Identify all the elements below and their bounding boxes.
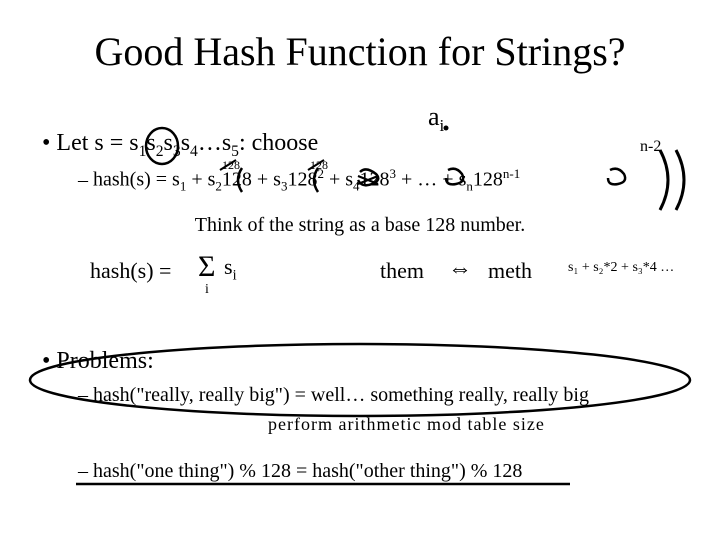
hand-si-sub: i [233,267,237,283]
line-let: Let s = s1s2s3s4…s5: choose [42,130,318,161]
think-line: Think of the string as a base 128 number… [0,214,720,237]
let-text: Let s = s [56,130,138,156]
h-128d: 128 [473,169,503,191]
hand-arrow-icon: ⇔ [448,256,472,283]
let-s4: s [181,130,190,156]
problem-1: hash("really, really big") = well… somet… [78,384,589,407]
h-sub1: 1 [180,179,187,194]
hand-perform: perform arithmetic mod table size [268,414,545,435]
hand-ai-sub: i [440,116,445,135]
hand-128-mid: 128 [310,158,328,173]
h-mid: + … + s [401,169,466,191]
hand-a-i: ai [428,102,444,136]
hand-128-left: 128 [222,158,240,173]
problem-2: hash("one thing") % 128 = hash("other th… [78,460,522,483]
h-plus1: + s [191,169,215,191]
let-sub2: 2 [156,143,164,160]
let-tail: : choose [239,130,318,156]
problems-heading: Problems: [42,348,154,375]
hash-lead: hash(s) = s [93,169,180,191]
h-128c: 128 [360,169,390,191]
hand-expand: s₁ + s₂*2 + s₃*4 … [568,260,674,276]
let-sub4: 4 [190,143,198,160]
h-plus-s4: + s [329,169,353,191]
let-s2: s [146,130,155,156]
hand-hash-eq: hash(s) = [90,258,171,284]
hand-n-2: n-2 [640,138,661,156]
hand-ai: a [428,102,440,131]
h-supn: n-1 [503,166,520,181]
hand-sigma-idx: i [205,282,209,298]
line-hash-def: hash(s) = s1 + s2128 + s31282 + s41283 +… [78,166,520,195]
slide-title: Good Hash Function for Strings? [0,28,720,75]
let-s3: s [164,130,173,156]
hand-sigma: Σ [198,250,215,284]
hand-them: them [380,258,424,284]
hand-si-s: s [224,254,233,279]
let-sub3: 3 [173,143,181,160]
h-sup3: 3 [390,166,397,181]
hand-meth: meth [488,258,532,284]
let-dots: …s [198,130,231,156]
hand-si: si [224,254,237,284]
